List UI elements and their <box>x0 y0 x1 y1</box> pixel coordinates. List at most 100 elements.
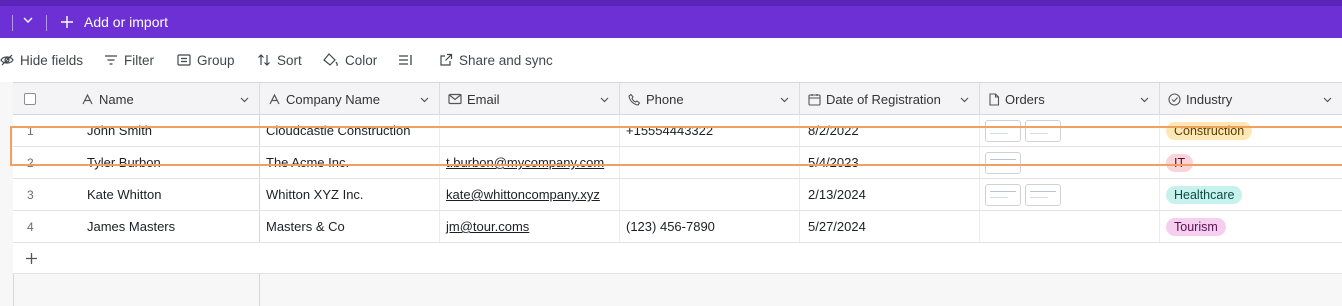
data-grid: Name Company Name Email Phone Date of Re… <box>0 82 1342 306</box>
email-cell[interactable]: kate@whittoncompany.xyz <box>440 179 620 210</box>
group-button[interactable]: Group <box>177 51 235 69</box>
phone-cell[interactable] <box>620 179 800 210</box>
add-row-area[interactable] <box>260 243 1342 274</box>
orders-cell[interactable] <box>980 115 1160 146</box>
company-cell[interactable]: Whitton XYZ Inc. <box>260 179 440 210</box>
chevron-down-icon[interactable] <box>599 94 610 105</box>
table-row[interactable]: 4 James Masters Masters & Co jm@tour.coms (1… <box>13 211 1342 243</box>
orders-cell[interactable] <box>980 179 1160 210</box>
filter-button[interactable]: Filter <box>104 51 154 69</box>
name-value: Tyler Burbon <box>87 155 161 170</box>
select-all-checkbox[interactable] <box>24 93 36 105</box>
name-cell[interactable]: Tyler Burbon <box>73 147 260 178</box>
table-row[interactable]: 3 Kate Whitton Whitton XYZ Inc. kate@whitto… <box>13 179 1342 211</box>
column-header-company[interactable]: Company Name <box>260 83 440 115</box>
sort-button[interactable]: Sort <box>257 51 302 69</box>
attachment-thumbnail[interactable] <box>985 151 1021 174</box>
attachment-thumbnail[interactable] <box>1025 183 1061 206</box>
row-number: 2 <box>27 155 34 170</box>
date-cell[interactable]: 8/2/2022 <box>800 115 980 146</box>
row-number: 1 <box>27 123 34 138</box>
date-cell[interactable]: 2/13/2024 <box>800 179 980 210</box>
chevron-down-icon[interactable] <box>1322 94 1333 105</box>
email-link[interactable]: kate@whittoncompany.xyz <box>446 187 600 202</box>
name-value: James Masters <box>87 219 176 234</box>
filter-icon <box>105 55 117 65</box>
sort-icon <box>258 54 270 66</box>
company-cell[interactable]: The Acme Inc. <box>260 147 440 178</box>
add-or-import-button[interactable]: Add or import <box>60 11 168 33</box>
company-value: Cloudcastle Construction <box>266 123 411 138</box>
text-field-icon <box>81 93 94 106</box>
add-or-import-label: Add or import <box>84 14 169 30</box>
email-cell[interactable] <box>440 115 620 146</box>
email-link[interactable]: t.burbon@mycompany.com <box>446 155 604 170</box>
company-value: Whitton XYZ Inc. <box>266 187 364 202</box>
phone-cell[interactable]: (123) 456-7890 <box>620 211 800 242</box>
group-label: Group <box>197 52 235 68</box>
paint-bucket-icon <box>323 53 338 67</box>
divider <box>46 15 47 31</box>
industry-badge: Construction <box>1166 121 1253 140</box>
chevron-down-icon[interactable] <box>1139 94 1150 105</box>
industry-cell[interactable]: Healthcare <box>1160 179 1342 210</box>
column-header-phone[interactable]: Phone <box>620 83 800 115</box>
column-header-orders[interactable]: Orders <box>980 83 1160 115</box>
hide-fields-label: Hide fields <box>20 52 84 68</box>
chevron-down-icon[interactable] <box>419 94 430 105</box>
add-row[interactable] <box>13 243 260 274</box>
name-cell[interactable]: James Masters <box>73 211 260 242</box>
column-header-date[interactable]: Date of Registration <box>800 83 980 115</box>
chevron-down-icon[interactable] <box>239 94 250 105</box>
name-cell[interactable]: John Smith <box>73 115 260 146</box>
email-link[interactable]: jm@tour.coms <box>446 219 529 234</box>
row-height-button[interactable] <box>398 51 420 69</box>
industry-cell[interactable]: Tourism <box>1160 211 1342 242</box>
row-number-cell: 1 <box>13 115 73 146</box>
industry-cell[interactable]: IT <box>1160 147 1342 178</box>
company-cell[interactable]: Cloudcastle Construction <box>260 115 440 146</box>
column-header-email[interactable]: Email <box>440 83 620 115</box>
grid-header: Name Company Name Email Phone Date of Re… <box>13 82 1342 115</box>
chevron-down-icon[interactable] <box>959 94 970 105</box>
plus-icon <box>61 16 73 28</box>
company-cell[interactable]: Masters & Co <box>260 211 440 242</box>
row-number-cell: 3 <box>13 179 73 210</box>
email-cell[interactable]: jm@tour.coms <box>440 211 620 242</box>
attachment-thumbnail[interactable] <box>1025 119 1061 142</box>
column-date-label: Date of Registration <box>826 91 941 107</box>
phone-value: (123) 456-7890 <box>626 219 715 234</box>
name-cell[interactable]: Kate Whitton <box>73 179 260 210</box>
column-header-name[interactable]: Name <box>73 83 260 115</box>
orders-cell[interactable] <box>980 211 1160 242</box>
plus-icon[interactable] <box>25 252 38 265</box>
attachment-thumbnail[interactable] <box>985 183 1021 206</box>
name-value: Kate Whitton <box>87 187 162 202</box>
date-value: 5/27/2024 <box>808 219 866 234</box>
date-cell[interactable]: 5/4/2023 <box>800 147 980 178</box>
industry-badge: Healthcare <box>1166 185 1243 204</box>
attachment-thumbnail[interactable] <box>985 119 1021 142</box>
date-cell[interactable]: 5/27/2024 <box>800 211 980 242</box>
column-name-label: Name <box>99 91 134 107</box>
column-email-label: Email <box>467 91 500 107</box>
table-row[interactable]: 1 John Smith Cloudcastle Construction +1555… <box>13 115 1342 147</box>
date-value: 8/2/2022 <box>808 123 859 138</box>
chevron-down-icon[interactable] <box>21 13 35 27</box>
color-label: Color <box>345 52 378 68</box>
email-cell[interactable]: t.burbon@mycompany.com <box>440 147 620 178</box>
industry-cell[interactable]: Construction <box>1160 115 1342 146</box>
hide-fields-button[interactable]: Hide fields <box>0 51 83 69</box>
name-value: John Smith <box>87 123 153 138</box>
phone-cell[interactable]: +15554443322 <box>620 115 800 146</box>
share-and-sync-button[interactable]: Share and sync <box>439 51 553 69</box>
chevron-down-icon[interactable] <box>779 94 790 105</box>
industry-badge: Tourism <box>1166 217 1226 236</box>
table-row[interactable]: 2 Tyler Burbon The Acme Inc. t.burbon@mycom… <box>13 147 1342 179</box>
color-button[interactable]: Color <box>323 51 377 69</box>
phone-cell[interactable] <box>620 147 800 178</box>
orders-cell[interactable] <box>980 147 1160 178</box>
column-header-industry[interactable]: Industry <box>1160 83 1342 115</box>
company-value: Masters & Co <box>266 219 345 234</box>
industry-badge: IT <box>1166 153 1194 172</box>
